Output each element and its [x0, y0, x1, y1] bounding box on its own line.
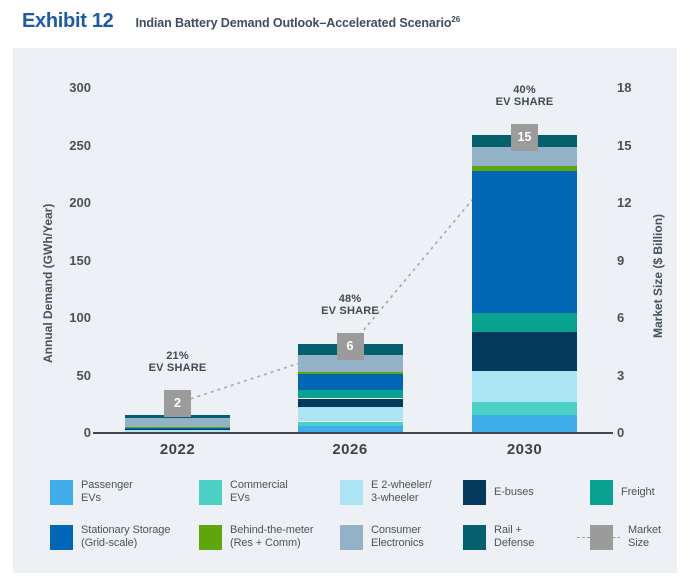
right-tick-18: 18: [617, 81, 659, 95]
legend-swatch-icon: [340, 525, 363, 550]
legend-label: Freight: [621, 486, 655, 499]
legend-label: ConsumerElectronics: [371, 524, 424, 550]
left-tick-50: 50: [49, 369, 91, 383]
figure-header: Exhibit 12 Indian Battery Demand Outlook…: [22, 10, 460, 33]
legend-label: Stationary Storage(Grid-scale): [81, 524, 170, 550]
legend-item-behind-the-meter-res-comm: Behind-the-meter(Res + Comm): [199, 524, 313, 550]
right-tick-15: 15: [617, 139, 659, 153]
right-tick-3: 3: [617, 369, 659, 383]
legend-swatch-icon: [590, 525, 613, 550]
legend-item-stationary-storage-grid-scale: Stationary Storage(Grid-scale): [50, 524, 170, 550]
legend-label: MarketSize: [628, 524, 661, 550]
left-axis-title: Annual Demand (GWh/Year): [41, 204, 55, 363]
legend-label: E 2-wheeler/3-wheeler: [371, 479, 432, 505]
bar-segment-freight-2030: [472, 313, 577, 331]
legend-item-market-size: MarketSize: [577, 524, 661, 550]
x-axis-line: [93, 432, 613, 434]
bar-segment-behind-the-meter-res-comm-2026: [298, 372, 403, 374]
bar-segment-stationary-storage-grid-scale-2026: [298, 374, 403, 390]
bar-segment-commercial-evs-2026: [298, 422, 403, 427]
bar-segment-e-buses-2026: [298, 399, 403, 407]
legend-item-commercial-evs: CommercialEVs: [199, 479, 288, 505]
bar-segment-e-2-wheeler-3-wheeler-2026: [298, 407, 403, 422]
market-size-marker-2022: 2: [164, 390, 191, 417]
bar-segment-commercial-evs-2030: [472, 402, 577, 415]
market-size-marker-2030: 15: [511, 124, 538, 151]
bar-segment-stationary-storage-grid-scale-2030: [472, 171, 577, 314]
legend-swatch-icon: [463, 480, 486, 505]
right-tick-0: 0: [617, 426, 659, 440]
legend-swatch-icon: [340, 480, 363, 505]
right-axis-title: Market Size ($ Billion): [651, 214, 665, 338]
legend-label: CommercialEVs: [230, 479, 288, 505]
x-label-2026: 2026: [305, 441, 395, 458]
legend-label: Behind-the-meter(Res + Comm): [230, 524, 313, 550]
ev-share-label-2026: 48%EV SHARE: [285, 293, 415, 318]
legend-label: E-buses: [494, 486, 534, 499]
left-tick-250: 250: [49, 139, 91, 153]
legend-item-freight: Freight: [590, 479, 655, 505]
legend-item-passenger-evs: PassengerEVs: [50, 479, 133, 505]
ev-share-label-2022: 21%EV SHARE: [113, 350, 243, 375]
legend-label: PassengerEVs: [81, 479, 133, 505]
legend-item-rail-defense: Rail +Defense: [463, 524, 534, 550]
bar-segment-passenger-evs-2030: [472, 415, 577, 433]
figure-title: Indian Battery Demand Outlook–Accelerate…: [135, 15, 460, 30]
legend-item-consumer-electronics: ConsumerElectronics: [340, 524, 424, 550]
left-tick-150: 150: [49, 254, 91, 268]
market-size-marker-2026: 6: [337, 333, 364, 360]
legend-swatch-icon: [50, 480, 73, 505]
market-size-dash-right-icon: [613, 537, 620, 538]
bar-segment-e-buses-2030: [472, 332, 577, 371]
legend-swatch-icon: [590, 480, 613, 505]
legend-label: Rail +Defense: [494, 524, 534, 550]
legend-item-e-2-wheeler-3-wheeler: E 2-wheeler/3-wheeler: [340, 479, 432, 505]
legend-swatch-icon: [50, 525, 73, 550]
x-label-2022: 2022: [133, 441, 223, 458]
legend-swatch-icon: [199, 525, 222, 550]
bar-segment-consumer-electronics-2022: [125, 418, 230, 427]
market-size-dash-left-icon: [577, 537, 590, 538]
x-label-2030: 2030: [480, 441, 570, 458]
bar-segment-behind-the-meter-res-comm-2030: [472, 166, 577, 171]
chart-panel: 2 6 15 21%EV SHARE 48%EV SHARE 40%EV SHARE 0…: [13, 48, 677, 573]
footnote-reference: 26: [451, 15, 460, 24]
right-tick-12: 12: [617, 196, 659, 210]
left-tick-100: 100: [49, 311, 91, 325]
bar-segment-e-2-wheeler-3-wheeler-2030: [472, 371, 577, 402]
left-tick-0: 0: [49, 426, 91, 440]
exhibit-number: Exhibit 12: [22, 10, 113, 33]
legend-item-e-buses: E-buses: [463, 479, 534, 505]
left-tick-200: 200: [49, 196, 91, 210]
bar-segment-freight-2022: [125, 428, 230, 429]
legend-swatch-icon: [463, 525, 486, 550]
left-tick-300: 300: [49, 81, 91, 95]
legend-swatch-icon: [199, 480, 222, 505]
ev-share-label-2030: 40%EV SHARE: [460, 84, 590, 109]
bar-segment-freight-2026: [298, 390, 403, 398]
